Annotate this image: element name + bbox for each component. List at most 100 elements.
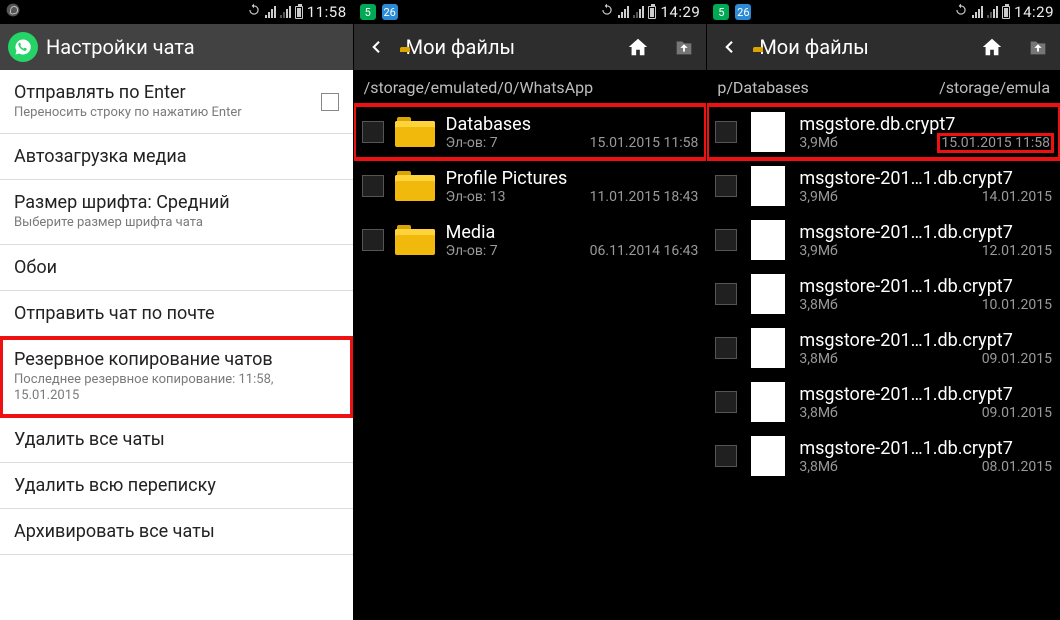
row-checkbox[interactable] [715,229,737,251]
header-bar: Мои файлы [707,24,1060,70]
settings-item-title: Удалить всю переписку [14,475,339,496]
file-row[interactable]: msgstore-201…1.db.crypt73,8Мб 09.01.2015 [707,321,1060,375]
file-icon [747,111,789,153]
settings-item-title: Обои [14,257,339,278]
signal-icon-2 [987,6,998,18]
row-checkbox[interactable] [715,337,737,359]
settings-item-title: Удалить все чаты [14,429,339,450]
settings-item[interactable]: Отправить чат по почте [0,291,353,337]
settings-item[interactable]: Автозагрузка медиа [0,134,353,180]
file-meta-right: 15.01.2015 11:58 [939,135,1052,151]
checkbox[interactable] [321,93,339,111]
back-icon[interactable] [715,33,743,61]
settings-item[interactable]: Размер шрифта: Средний Выберите размер шр… [0,180,353,244]
file-name: msgstore.db.crypt7 [799,114,1052,135]
file-row[interactable]: msgstore-201…1.db.crypt73,8Мб08.01.2015 [707,429,1060,483]
up-folder-icon[interactable] [670,33,698,61]
signal-icon [618,6,629,18]
file-meta-left: 3,8Мб [799,351,837,367]
row-checkbox[interactable] [362,229,384,251]
notification-badge-icon: 5 [713,4,729,20]
file-row[interactable]: msgstore-201…1.db.crypt73,8Мб09.01.2015 [707,375,1060,429]
whatsapp-icon [8,32,38,62]
file-row[interactable]: msgstore.db.crypt73,9Мб 15.01.2015 11:58 [707,105,1060,159]
status-clock: 14:29 [660,3,700,21]
signal-icon [972,6,983,18]
signal-icon-2 [280,6,291,18]
file-row[interactable]: msgstore-201…1.db.crypt73,9Мб12.01.2015 [707,213,1060,267]
file-name: msgstore-201…1.db.crypt7 [799,276,1052,297]
file-name: msgstore-201…1.db.crypt7 [799,330,1052,351]
file-row[interactable]: DatabasesЭл-ов: 715.01.2015 11:58 [354,105,707,159]
signal-icon [265,6,276,18]
file-icon [747,165,789,207]
row-checkbox[interactable] [715,391,737,413]
settings-item[interactable]: Отправлять по EnterПереносить строку по … [0,70,353,134]
settings-item[interactable]: Удалить все чаты [0,417,353,463]
signal-icon-2 [633,6,644,18]
file-meta-right: 08.01.2015 [982,459,1052,475]
file-name: msgstore-201…1.db.crypt7 [799,168,1052,189]
folder-icon [394,165,436,207]
status-bar: 11:58 [0,0,353,24]
header-bar: Настройки чата [0,24,353,70]
page-title: Мои файлы [406,35,617,59]
sync-icon [600,3,614,21]
settings-item[interactable]: Резервное копирование чатовПоследнее рез… [0,337,353,418]
home-icon[interactable] [978,33,1006,61]
file-meta-left: Эл-ов: 7 [446,135,498,151]
settings-item[interactable]: Удалить всю переписку [0,463,353,509]
file-meta-left: Эл-ов: 13 [446,189,506,205]
path-bar: /storage/emulated/0/WhatsApp [354,70,707,105]
status-clock: 11:58 [307,3,347,21]
file-meta-left: Эл-ов: 7 [446,243,498,259]
settings-item-subtitle: Выберите размер шрифта чата [14,215,339,231]
file-row[interactable]: msgstore-201…1.db.crypt73,8Мб10.01.2015 [707,267,1060,321]
sync-icon [954,3,968,21]
file-row[interactable]: MediaЭл-ов: 7 06.11.2014 16:43 [354,213,707,267]
path-bar: p/Databases /storage/emula [707,70,1060,105]
sync-icon [247,3,261,21]
file-meta-left: 3,9Мб [799,189,837,205]
back-icon[interactable] [362,33,390,61]
settings-item-title: Отправить чат по почте [14,303,339,324]
file-meta-right: 12.01.2015 [982,243,1052,259]
file-name: Media [446,222,699,243]
file-meta-right: 06.11.2014 16:43 [590,243,699,259]
file-icon [747,381,789,423]
phone-2: 5 26 14:29 Мои файлы /storage/emulated/0… [353,0,707,620]
home-icon[interactable] [624,33,652,61]
up-folder-icon[interactable] [1024,33,1052,61]
row-checkbox[interactable] [715,175,737,197]
settings-item-title: Размер шрифта: Средний [14,192,339,213]
file-meta-right: 09.01.2015 [982,351,1052,367]
file-name: Databases [446,114,699,135]
file-row[interactable]: Profile PicturesЭл-ов: 1311.01.2015 18:4… [354,159,707,213]
settings-item-title: Отправлять по Enter [14,82,321,103]
settings-item-title: Резервное копирование чатов [14,349,339,370]
page-title: Мои файлы [759,35,970,59]
file-icon [747,219,789,261]
row-checkbox[interactable] [715,445,737,467]
settings-item[interactable]: Обои [0,245,353,291]
path-segment: /storage/emula [939,78,1050,97]
folder-icon [394,111,436,153]
row-checkbox[interactable] [715,121,737,143]
file-meta-left: 3,9Мб [799,135,837,151]
file-meta-right: 09.01.2015 [982,405,1052,421]
settings-list: Отправлять по EnterПереносить строку по … [0,70,353,620]
path-segment: p/Databases [717,78,808,97]
file-meta-right: 14.01.2015 [982,189,1052,205]
phone-1: 11:58 Настройки чата Отправлять по Enter… [0,0,353,620]
file-meta-left: 3,8Мб [799,459,837,475]
row-checkbox[interactable] [362,121,384,143]
notification-badge-icon: 26 [735,4,751,20]
file-meta-left: 3,8Мб [799,405,837,421]
status-clock: 14:29 [1014,3,1054,21]
file-name: Profile Pictures [446,168,699,189]
file-row[interactable]: msgstore-201…1.db.crypt73,9Мб 14.01.2015 [707,159,1060,213]
row-checkbox[interactable] [362,175,384,197]
row-checkbox[interactable] [715,283,737,305]
settings-item[interactable]: Архивировать все чаты [0,509,353,555]
file-icon [747,435,789,477]
